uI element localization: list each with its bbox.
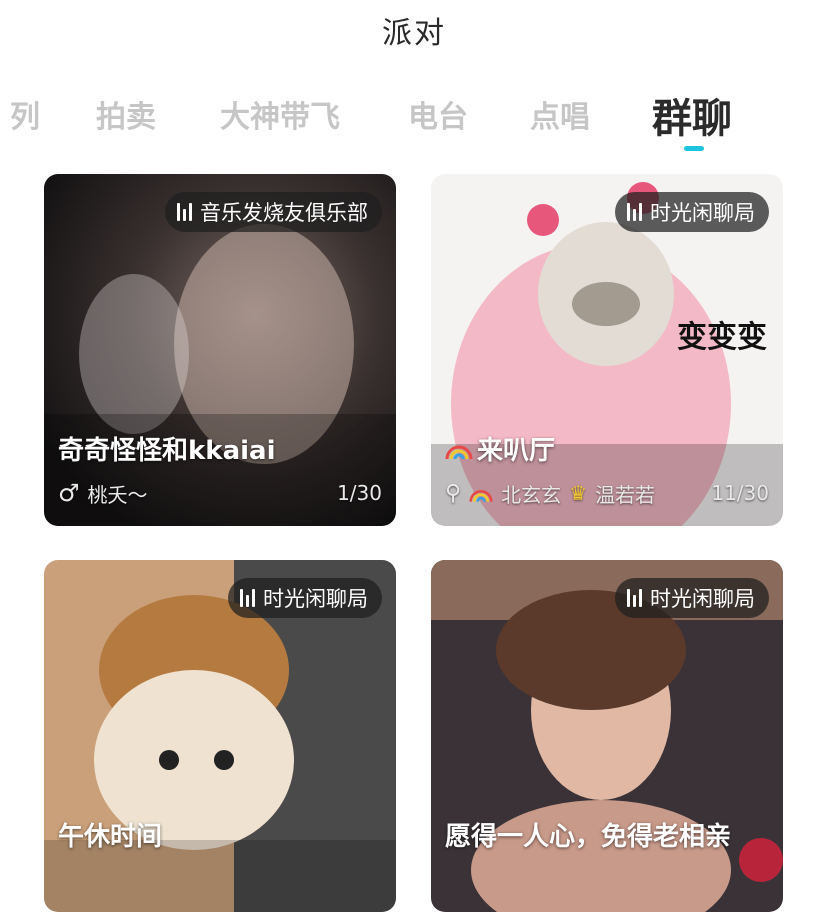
tab-song-request[interactable]: 点唱: [530, 92, 590, 136]
room-tag-label: 时光闲聊局: [263, 587, 368, 611]
sound-bars-icon: [240, 589, 255, 607]
room-tag-label: 时光闲聊局: [650, 201, 755, 225]
search-icon: ⚲: [445, 480, 462, 506]
room-title-row: 来叭厅: [445, 430, 555, 467]
room-tag-label: 时光闲聊局: [650, 587, 755, 611]
crown-icon: ♛: [569, 481, 588, 505]
page-title: 派对: [382, 16, 446, 51]
tab-radio[interactable]: 电台: [408, 92, 468, 136]
room-title: 愿得一人心，免得老相亲: [445, 822, 732, 852]
room-title: 奇奇怪怪和kkaiai: [58, 436, 276, 466]
rainbow-icon: [445, 445, 473, 459]
sticker-text: 变变变: [677, 320, 767, 355]
member-count: 1/30: [337, 481, 382, 505]
room-card[interactable]: 时光闲聊局 午休时间: [44, 560, 396, 912]
room-tag-badge: 时光闲聊局: [615, 192, 769, 232]
active-tab-indicator: [684, 146, 704, 151]
host-name: 温若若: [595, 482, 656, 507]
male-icon: ♂: [58, 479, 80, 507]
tab-list-partial[interactable]: 列: [10, 92, 40, 136]
room-card[interactable]: 音乐发烧友俱乐部 奇奇怪怪和kkaiai ♂ 桃夭～ 1/30: [44, 174, 396, 526]
host-name: 桃夭～: [87, 482, 148, 507]
tab-auction[interactable]: 拍卖: [96, 92, 156, 136]
room-tag-label: 音乐发烧友俱乐部: [200, 201, 368, 225]
room-title: 来叭厅: [477, 436, 556, 466]
sound-bars-icon: [627, 589, 642, 607]
room-footer: ⚲ 北玄玄 ♛ 温若若 11/30: [445, 478, 769, 508]
tab-group-chat[interactable]: 群聊: [652, 86, 732, 144]
rainbow-icon: [469, 490, 493, 502]
member-count: 11/30: [711, 481, 769, 505]
tab-carry[interactable]: 大神带飞: [220, 92, 340, 136]
room-card[interactable]: 时光闲聊局 愿得一人心，免得老相亲: [431, 560, 783, 912]
room-title: 午休时间: [58, 822, 163, 852]
room-tag-badge: 音乐发烧友俱乐部: [165, 192, 382, 232]
room-card[interactable]: 时光闲聊局 变变变 来叭厅 ⚲ 北玄玄 ♛ 温若若 11/30: [431, 174, 783, 526]
sound-bars-icon: [177, 203, 192, 221]
sound-bars-icon: [627, 203, 642, 221]
host-name: 北玄玄: [501, 482, 562, 507]
room-tag-badge: 时光闲聊局: [228, 578, 382, 618]
room-footer: ♂ 桃夭～ 1/30: [58, 478, 382, 508]
room-tag-badge: 时光闲聊局: [615, 578, 769, 618]
